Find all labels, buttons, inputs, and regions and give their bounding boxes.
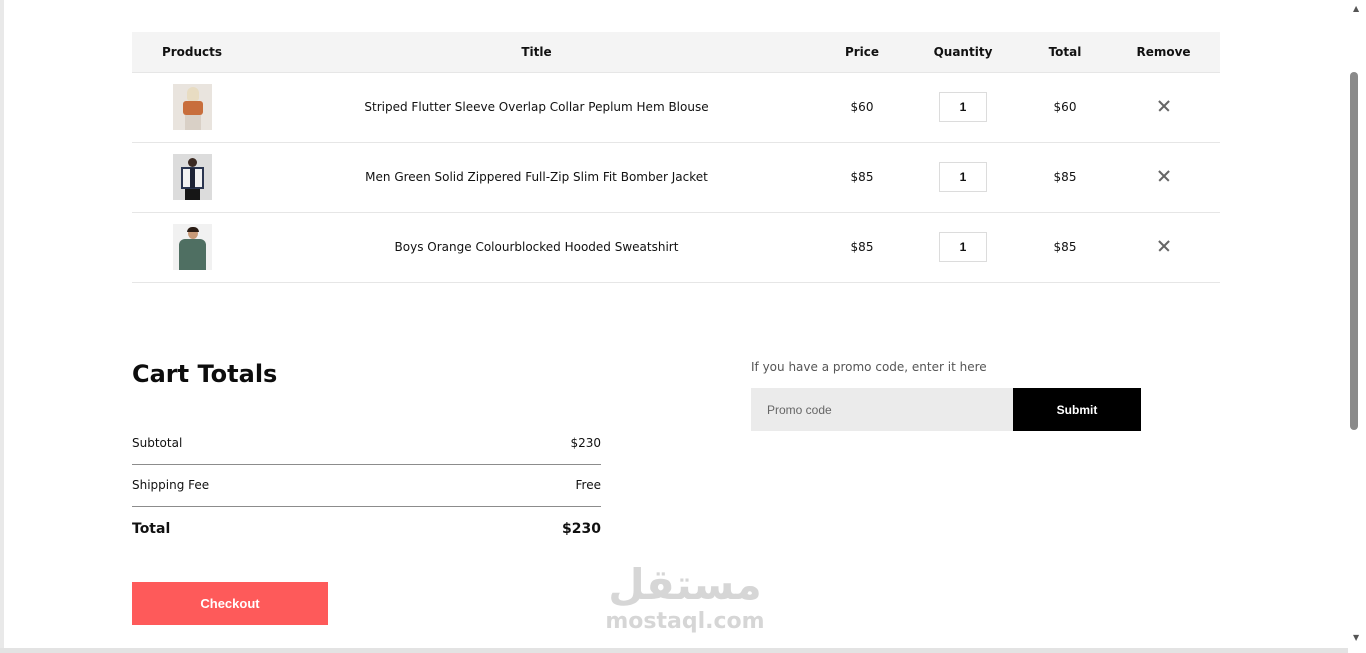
quantity-cell <box>903 72 1023 143</box>
quantity-input[interactable] <box>939 92 987 122</box>
product-title[interactable]: Boys Orange Colourblocked Hooded Sweatsh… <box>252 212 821 283</box>
promo-label: If you have a promo code, enter it here <box>751 360 987 374</box>
product-image-cell <box>132 142 252 213</box>
table-row: Striped Flutter Sleeve Overlap Collar Pe… <box>132 72 1220 143</box>
product-image[interactable] <box>172 84 212 130</box>
cart-totals-heading: Cart Totals <box>132 360 278 388</box>
subtotal-label: Subtotal <box>132 436 183 450</box>
quantity-cell <box>903 212 1023 283</box>
header-total: Total <box>1023 32 1107 73</box>
window-left-edge <box>0 0 4 653</box>
total-label: Total <box>132 521 171 537</box>
scrollbar[interactable]: ▲ ▼ <box>1348 0 1366 653</box>
close-icon[interactable] <box>1156 98 1172 114</box>
total-value: $230 <box>562 521 601 537</box>
shipping-row: Shipping Fee Free <box>132 478 601 492</box>
product-image-cell <box>132 72 252 143</box>
quantity-cell <box>903 142 1023 213</box>
product-title[interactable]: Striped Flutter Sleeve Overlap Collar Pe… <box>252 72 821 143</box>
watermark: مستقل mostaql.com <box>600 560 770 640</box>
cart-table-header: Products Title Price Quantity Total Remo… <box>132 32 1220 73</box>
promo-code-input[interactable] <box>751 388 1013 431</box>
product-price: $85 <box>821 212 903 283</box>
product-image[interactable] <box>172 224 212 270</box>
product-image[interactable] <box>172 154 212 200</box>
product-total: $85 <box>1023 142 1107 213</box>
cart-table: Products Title Price Quantity Total Remo… <box>132 32 1220 283</box>
shipping-value: Free <box>575 478 601 492</box>
product-total: $60 <box>1023 72 1107 143</box>
header-title: Title <box>252 32 821 73</box>
product-price: $85 <box>821 142 903 213</box>
subtotal-row: Subtotal $230 <box>132 436 601 450</box>
header-quantity: Quantity <box>903 32 1023 73</box>
scroll-up-arrow-icon[interactable]: ▲ <box>1353 5 1359 13</box>
shipping-label: Shipping Fee <box>132 478 210 492</box>
quantity-input[interactable] <box>939 162 987 192</box>
divider <box>132 506 601 507</box>
table-row: Men Green Solid Zippered Full-Zip Slim F… <box>132 142 1220 213</box>
subtotal-value: $230 <box>570 436 601 450</box>
header-remove: Remove <box>1107 32 1220 73</box>
close-icon[interactable] <box>1156 238 1172 254</box>
header-products: Products <box>132 32 252 73</box>
total-row: Total $230 <box>132 521 601 537</box>
remove-cell <box>1107 72 1220 143</box>
remove-cell <box>1107 142 1220 213</box>
product-image-cell <box>132 212 252 283</box>
scroll-down-arrow-icon[interactable]: ▼ <box>1353 634 1359 642</box>
close-icon[interactable] <box>1156 168 1172 184</box>
quantity-input[interactable] <box>939 232 987 262</box>
header-price: Price <box>821 32 903 73</box>
product-total: $85 <box>1023 212 1107 283</box>
table-row: Boys Orange Colourblocked Hooded Sweatsh… <box>132 212 1220 283</box>
scrollbar-thumb[interactable] <box>1350 72 1358 430</box>
watermark-logo-arabic: مستقل <box>608 560 762 609</box>
watermark-logo-latin: mostaql.com <box>605 609 765 634</box>
checkout-button[interactable]: Checkout <box>132 582 328 625</box>
remove-cell <box>1107 212 1220 283</box>
product-price: $60 <box>821 72 903 143</box>
promo-submit-button[interactable]: Submit <box>1013 388 1141 431</box>
product-title[interactable]: Men Green Solid Zippered Full-Zip Slim F… <box>252 142 821 213</box>
window-bottom-edge <box>0 648 1350 653</box>
divider <box>132 464 601 465</box>
